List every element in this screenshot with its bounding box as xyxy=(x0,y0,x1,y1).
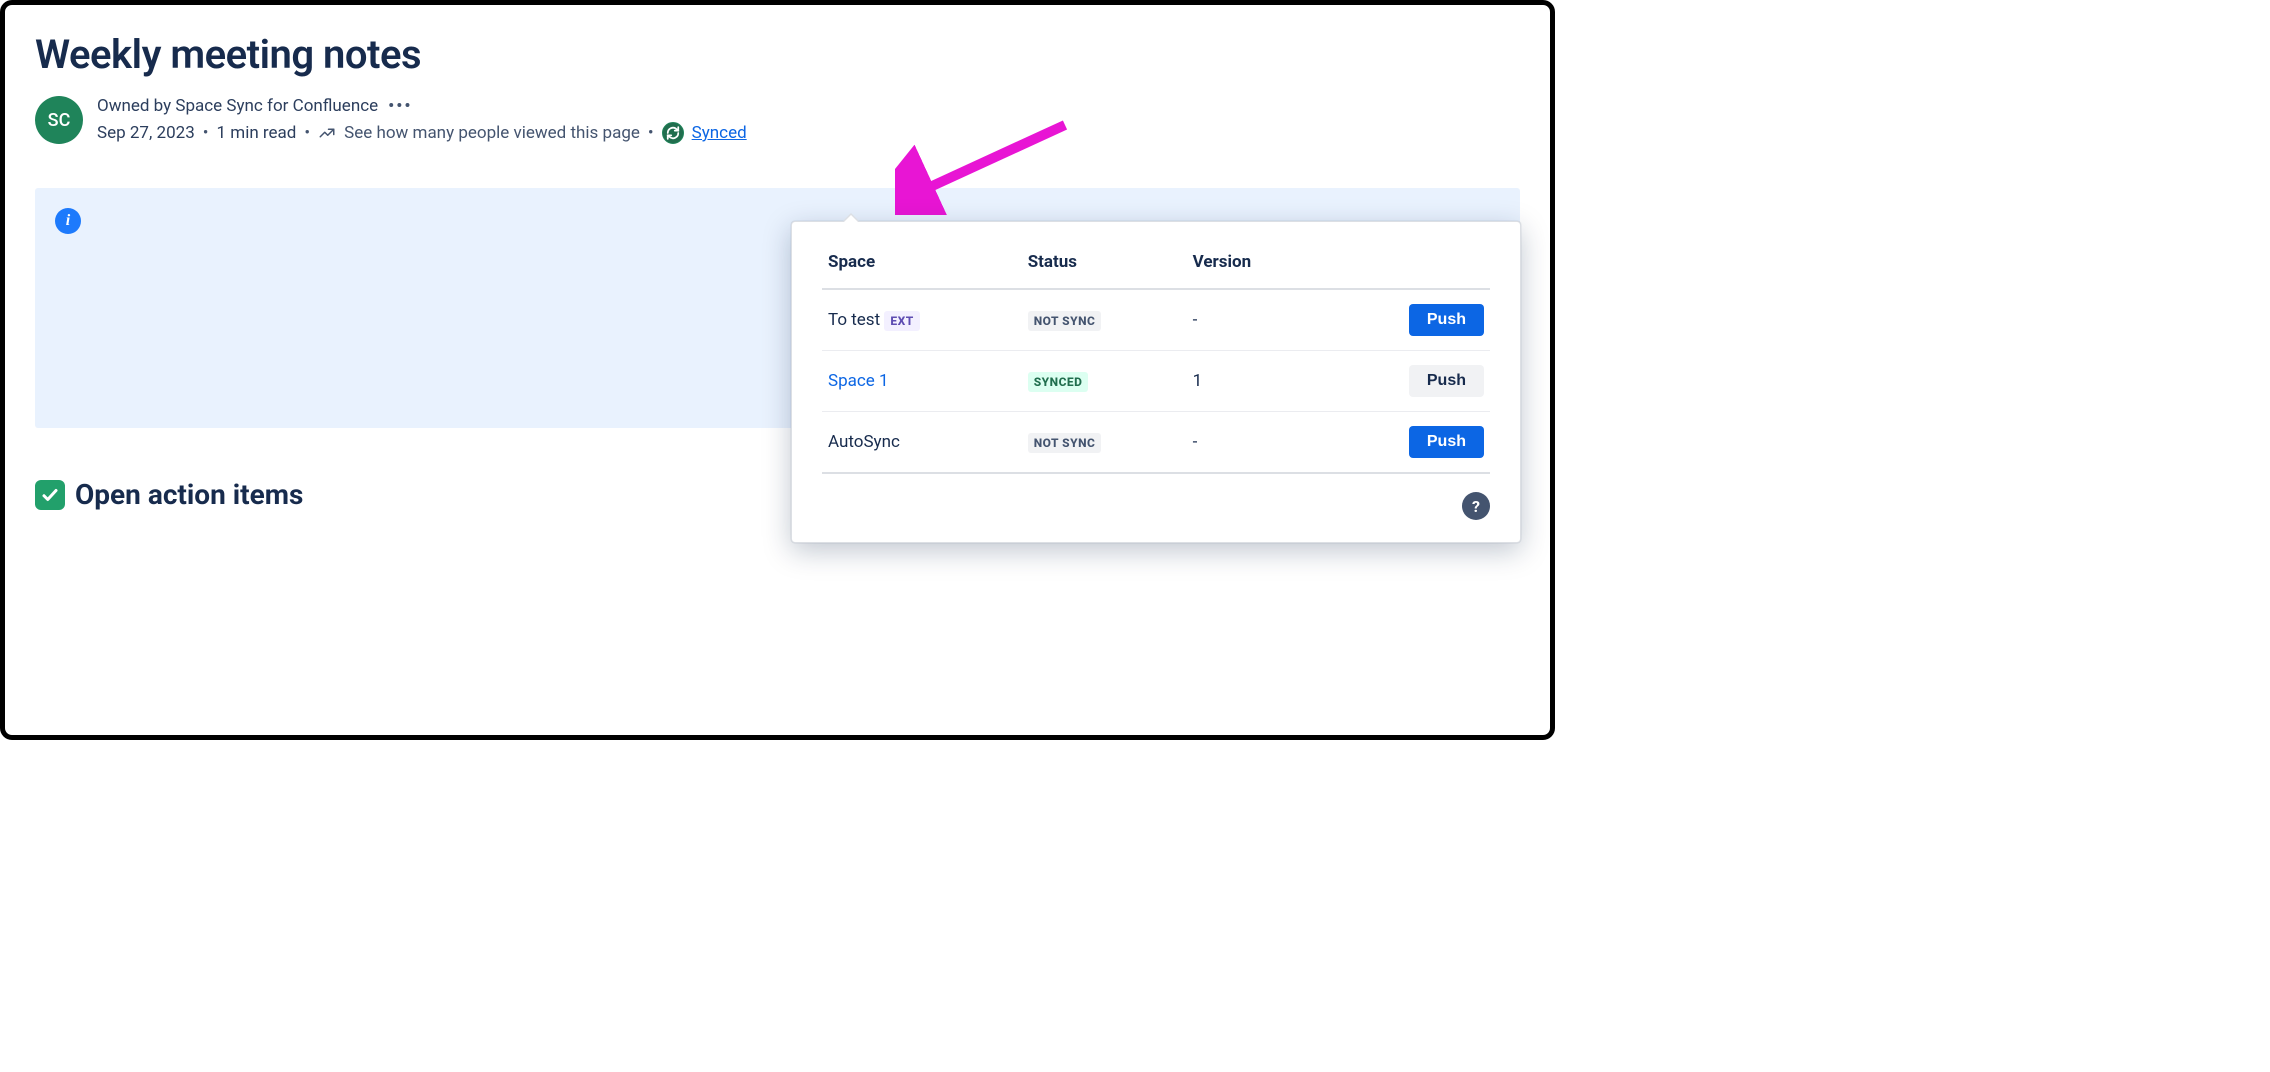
status-badge: NOT SYNC xyxy=(1028,433,1102,453)
sync-status-icon xyxy=(662,122,684,144)
space-name: AutoSync xyxy=(828,432,900,452)
help-icon[interactable]: ? xyxy=(1462,492,1490,520)
space-name-link[interactable]: Space 1 xyxy=(828,371,889,391)
more-actions-icon[interactable]: ••• xyxy=(388,96,412,116)
page-date: Sep 27, 2023 xyxy=(97,123,195,143)
status-badge: NOT SYNC xyxy=(1028,311,1102,331)
byline: SC Owned by Space Sync for Confluence ••… xyxy=(35,96,1520,144)
column-header-status: Status xyxy=(1022,242,1187,289)
version-cell: 1 xyxy=(1187,351,1323,412)
section-title: Open action items xyxy=(75,478,303,511)
space-name: To test xyxy=(828,310,880,330)
column-header-space: Space xyxy=(822,242,1022,289)
checkmark-icon xyxy=(35,480,65,510)
synced-link[interactable]: Synced xyxy=(692,123,747,143)
sync-table: Space Status Version To test EXT NOT SYN… xyxy=(822,242,1490,474)
push-button[interactable]: Push xyxy=(1409,304,1484,336)
table-row: Space 1 SYNCED 1 Push xyxy=(822,351,1490,412)
column-header-version: Version xyxy=(1187,242,1323,289)
read-time: 1 min read xyxy=(217,123,297,143)
ext-badge: EXT xyxy=(884,311,919,331)
views-link[interactable]: See how many people viewed this page xyxy=(344,123,640,143)
analytics-icon xyxy=(318,124,336,142)
version-cell: - xyxy=(1187,289,1323,351)
avatar[interactable]: SC xyxy=(35,96,83,144)
sync-popover: Space Status Version To test EXT NOT SYN… xyxy=(791,221,1521,543)
page-title: Weekly meeting notes xyxy=(35,31,1520,78)
info-icon: i xyxy=(55,208,81,234)
separator-dot: • xyxy=(304,123,310,143)
table-row: AutoSync NOT SYNC - Push xyxy=(822,412,1490,474)
separator-dot: • xyxy=(203,123,209,143)
push-button[interactable]: Push xyxy=(1409,365,1484,397)
owned-by-text: Owned by Space Sync for Confluence xyxy=(97,96,378,116)
separator-dot: • xyxy=(648,123,654,143)
push-button[interactable]: Push xyxy=(1409,426,1484,458)
table-row: To test EXT NOT SYNC - Push xyxy=(822,289,1490,351)
status-badge: SYNCED xyxy=(1028,372,1089,392)
column-header-action xyxy=(1322,242,1490,289)
version-cell: - xyxy=(1187,412,1323,474)
